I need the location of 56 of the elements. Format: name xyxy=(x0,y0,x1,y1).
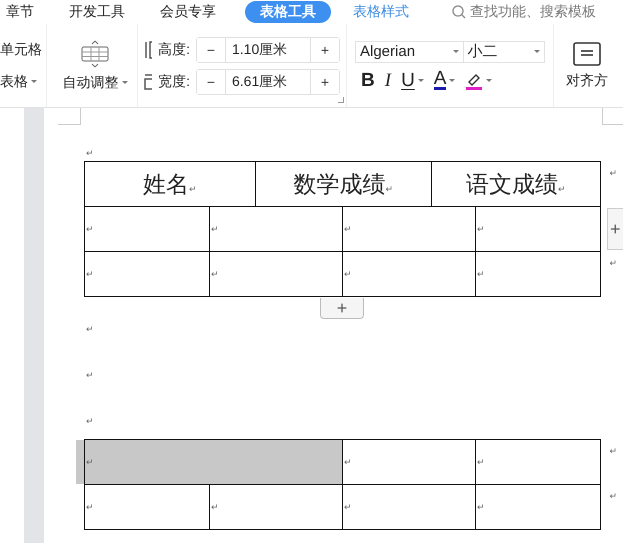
paragraph-mark: ↵ xyxy=(86,325,94,334)
table-cell[interactable]: ↵ xyxy=(343,207,475,251)
paragraph-mark: ↵ xyxy=(609,169,617,178)
menu-tab[interactable]: 表格样式 xyxy=(347,1,415,23)
italic-button[interactable]: I xyxy=(384,71,392,90)
font-dropdown[interactable]: Algerian xyxy=(355,40,464,62)
table-cell[interactable]: ↵ xyxy=(476,485,600,529)
table-cell[interactable]: ↵ xyxy=(343,485,475,529)
dialog-launcher-icon[interactable] xyxy=(338,97,344,103)
search-field[interactable]: 查找功能、搜索模板 xyxy=(452,3,596,21)
add-row-button[interactable]: + xyxy=(320,298,364,319)
table-cell[interactable]: ↵ xyxy=(85,252,209,296)
autofit-button[interactable]: 自动调整 xyxy=(62,40,128,92)
table-cell[interactable]: ↵ xyxy=(343,252,475,296)
paragraph-mark: ↵ xyxy=(609,259,617,268)
table-cell[interactable]: ↵ xyxy=(210,207,342,251)
menu-tab[interactable]: 会员专享 xyxy=(154,1,222,23)
table-cell[interactable]: ↵ xyxy=(85,485,209,529)
row-height-icon xyxy=(144,40,152,58)
align-icon xyxy=(573,42,601,66)
paragraph-mark: ↵ xyxy=(86,149,94,158)
column-header: 语文成绩↵ xyxy=(466,170,566,198)
search-icon xyxy=(452,5,466,19)
field-label: 高度: xyxy=(158,40,190,58)
font-color-button[interactable]: A xyxy=(434,71,456,90)
paragraph-mark: ↵ xyxy=(86,417,94,426)
paragraph-mark: ↵ xyxy=(609,492,617,501)
underline-button[interactable]: U xyxy=(401,71,424,90)
column-width-icon xyxy=(144,72,152,90)
table-cell[interactable]: ↵ xyxy=(85,440,342,484)
crop-mark xyxy=(602,108,623,125)
paragraph-mark: ↵ xyxy=(86,371,94,380)
table-cell[interactable]: ↵ xyxy=(85,207,209,251)
table-cell[interactable]: ↵ xyxy=(476,252,600,296)
paragraph-mark: ↵ xyxy=(609,447,617,456)
add-column-button[interactable]: + xyxy=(607,208,623,250)
field-label: 宽度: xyxy=(158,72,190,90)
row-selection-bar xyxy=(76,440,84,484)
spin-field[interactable]: − 1.10厘米 + xyxy=(196,36,340,62)
column-header: 姓名↵ xyxy=(142,170,197,198)
table-cell[interactable]: ↵ xyxy=(343,440,475,484)
column-header: 数学成绩↵ xyxy=(293,170,394,198)
font-size-dropdown[interactable]: 小二 xyxy=(464,40,545,62)
toolbar-button[interactable]: 表格 xyxy=(0,72,40,90)
table-cell[interactable]: ↵ xyxy=(476,440,600,484)
menu-tab[interactable]: 开发工具 xyxy=(63,1,131,23)
table-icon xyxy=(81,40,109,68)
crop-mark xyxy=(58,108,81,125)
table-cell[interactable]: ↵ xyxy=(476,207,600,251)
table-cell[interactable]: ↵ xyxy=(210,485,342,529)
align-button[interactable]: 对齐方 xyxy=(566,42,608,90)
toolbar-button[interactable]: 单元格 xyxy=(0,40,40,58)
bold-button[interactable]: B xyxy=(361,71,375,90)
table-cell[interactable]: ↵ xyxy=(210,252,342,296)
spin-field[interactable]: − 6.61厘米 + xyxy=(196,68,340,94)
menu-tab[interactable]: 章节 xyxy=(0,1,40,23)
